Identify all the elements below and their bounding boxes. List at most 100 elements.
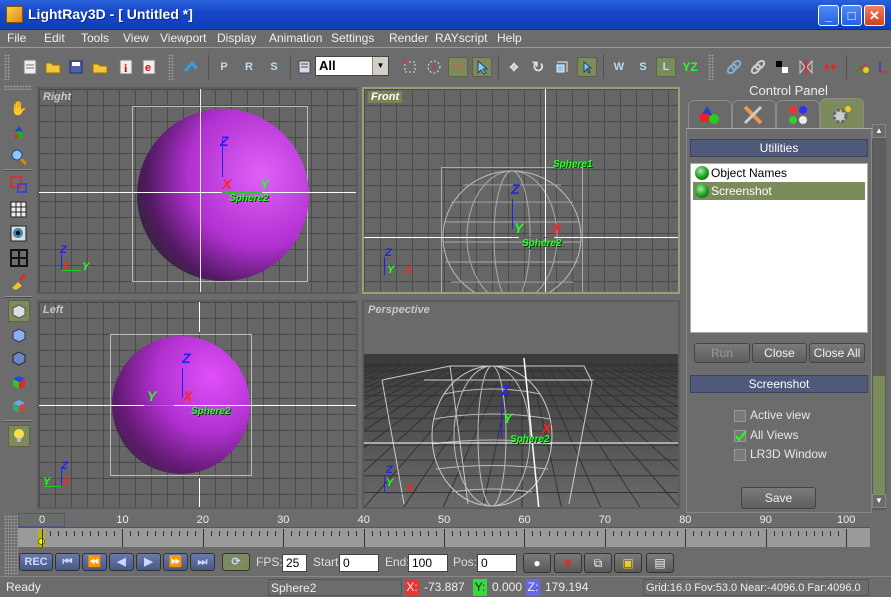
fence-select-icon[interactable] <box>448 57 468 77</box>
close-utility-button[interactable]: Close <box>752 343 807 363</box>
textured-cube-icon[interactable] <box>8 395 30 417</box>
axis-lock-icon[interactable] <box>852 57 872 77</box>
record-button[interactable]: REC <box>19 553 53 571</box>
all-views-checkbox[interactable] <box>734 430 747 442</box>
tab-modify-tools[interactable] <box>732 100 776 128</box>
zoom-region-icon[interactable] <box>8 174 30 196</box>
link-icon[interactable] <box>724 57 744 77</box>
circle-select-icon[interactable] <box>424 57 444 77</box>
scale-icon[interactable] <box>552 57 572 77</box>
toolbar-grip[interactable] <box>4 85 32 90</box>
control-panel-scrollbar[interactable]: ▲ ▼ <box>872 124 886 510</box>
save-disk-icon[interactable] <box>66 57 86 77</box>
toolbar-grip[interactable] <box>168 54 174 80</box>
close-button[interactable]: ✕ <box>864 5 885 26</box>
object-label[interactable]: Sphere2 <box>191 406 230 417</box>
go-to-start-icon[interactable]: ⏮ <box>55 553 80 571</box>
open-folder-icon[interactable] <box>43 57 63 77</box>
viewport-perspective[interactable]: Perspective Z Y X Sphere2 Z Y X <box>362 300 680 509</box>
rect-select-icon[interactable] <box>400 57 420 77</box>
world-cs-button[interactable]: W <box>609 57 629 77</box>
axis-icon[interactable] <box>874 57 891 77</box>
add-key-icon[interactable]: ● <box>523 553 551 573</box>
menu-help[interactable]: Help <box>497 31 522 45</box>
save-as-icon[interactable] <box>90 57 110 77</box>
pointer-select-icon[interactable] <box>472 57 492 77</box>
menu-animation[interactable]: Animation <box>269 31 322 45</box>
toolbar-grip[interactable] <box>4 54 10 80</box>
menu-rayscript[interactable]: RAYscript <box>435 31 487 45</box>
viewport-right[interactable]: Right Z X Y Sphere2 Z X Y <box>37 87 358 294</box>
paste-key-icon[interactable]: ▣ <box>614 553 642 573</box>
toolbar-grip[interactable] <box>708 54 714 80</box>
selection-filter-dropdown[interactable]: All ▼ <box>315 56 389 76</box>
wireframe-cube-icon[interactable] <box>8 300 30 322</box>
object-label[interactable]: Sphere2 <box>510 434 549 445</box>
move-icon[interactable]: ✥ <box>504 57 524 77</box>
orbit-icon[interactable] <box>8 122 30 144</box>
chevron-down-icon[interactable]: ▼ <box>372 57 388 75</box>
active-view-checkbox[interactable] <box>734 410 746 422</box>
s-button[interactable]: S <box>264 57 284 77</box>
grid-extents-icon[interactable] <box>8 199 30 221</box>
fast-forward-icon[interactable]: ⏩ <box>163 553 188 571</box>
flat-cube-icon[interactable] <box>8 324 30 346</box>
tab-materials[interactable] <box>776 100 820 128</box>
mirror-icon[interactable] <box>796 57 816 77</box>
info-icon[interactable]: i <box>116 57 136 77</box>
scroll-up-button[interactable]: ▲ <box>872 124 886 138</box>
pos-input[interactable]: 0 <box>477 554 517 572</box>
zoom-magnifier-icon[interactable] <box>8 146 30 168</box>
color-cube-icon[interactable] <box>8 371 30 393</box>
p-button[interactable]: P <box>214 57 234 77</box>
screen-cs-button[interactable]: S <box>633 57 653 77</box>
r-button[interactable]: R <box>239 57 259 77</box>
object-label-sphere2[interactable]: Sphere2 <box>522 238 561 249</box>
utility-item-screenshot[interactable]: Screenshot <box>693 182 865 200</box>
menu-file[interactable]: File <box>7 31 26 45</box>
view-eye-icon[interactable] <box>8 223 30 245</box>
align-icon[interactable] <box>772 57 792 77</box>
viewport-front[interactable]: Front Z Y X Sphere1 Sphere2 Z Y X <box>362 87 680 294</box>
tab-utilities[interactable] <box>820 98 864 128</box>
scroll-thumb[interactable] <box>873 140 885 376</box>
light-bulb-icon[interactable] <box>8 425 30 447</box>
timeline[interactable]: 0 10 20 30 40 50 60 70 80 90 100 <box>18 513 870 548</box>
save-button[interactable]: Save <box>741 487 816 509</box>
copy-key-icon[interactable]: ⧉ <box>584 553 612 573</box>
maximize-button[interactable]: □ <box>841 5 862 26</box>
export-icon[interactable]: e <box>139 57 159 77</box>
minimize-button[interactable]: _ <box>818 5 839 26</box>
step-back-icon[interactable]: ◀ <box>109 553 134 571</box>
pan-hand-icon[interactable]: ✋ <box>8 97 30 119</box>
fps-input[interactable]: 25 <box>282 554 307 572</box>
menu-render[interactable]: Render <box>389 31 428 45</box>
viewport-left[interactable]: Left Z Y X Sphere2 Z Y X <box>37 300 358 509</box>
lr3d-window-checkbox[interactable] <box>734 449 746 461</box>
menu-edit[interactable]: Edit <box>44 31 65 45</box>
start-input[interactable]: 0 <box>339 554 379 572</box>
object-label-sphere1[interactable]: Sphere1 <box>553 159 592 170</box>
yz-plane-button[interactable]: YZ <box>680 57 700 77</box>
unlink-icon[interactable] <box>748 57 768 77</box>
delete-key-icon[interactable]: ✕ <box>554 553 582 573</box>
menu-settings[interactable]: Settings <box>331 31 374 45</box>
four-viewports-icon[interactable] <box>8 247 30 269</box>
loop-icon[interactable]: ⟳ <box>222 553 250 571</box>
object-label[interactable]: Sphere2 <box>229 193 268 204</box>
end-input[interactable]: 100 <box>408 554 448 572</box>
go-to-end-icon[interactable]: ⏭ <box>190 553 215 571</box>
tab-create-objects[interactable] <box>688 100 732 128</box>
timeline-grip[interactable] <box>4 515 18 575</box>
rewind-icon[interactable]: ⏪ <box>82 553 107 571</box>
key-properties-icon[interactable]: ▤ <box>646 553 674 573</box>
menu-display[interactable]: Display <box>217 31 256 45</box>
rotate-icon[interactable]: ↻ <box>528 57 548 77</box>
utilities-list[interactable]: Object Names Screenshot <box>690 163 868 333</box>
play-icon[interactable]: ▶ <box>136 553 161 571</box>
menu-viewport[interactable]: Viewport <box>160 31 206 45</box>
select-transform-icon[interactable] <box>577 57 597 77</box>
menu-tools[interactable]: Tools <box>81 31 109 45</box>
menu-view[interactable]: View <box>123 31 149 45</box>
smooth-cube-icon[interactable] <box>8 347 30 369</box>
